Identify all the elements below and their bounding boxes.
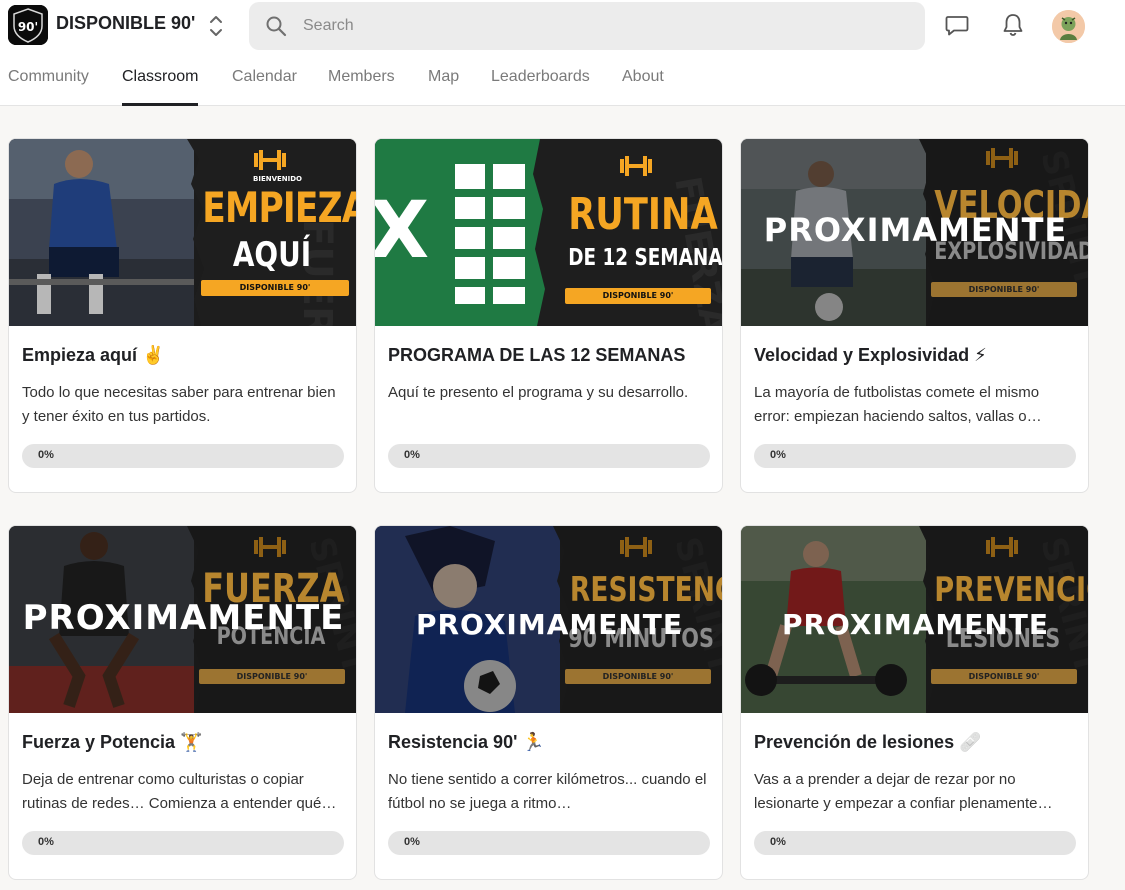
search-input[interactable]	[303, 2, 903, 50]
group-logo[interactable]: 90'	[8, 5, 48, 45]
thumb-title-line1: EMPIEZA	[202, 183, 357, 232]
progress-label: 0%	[38, 836, 54, 848]
top-header: 90' DISPONIBLE 90' Community Classr	[0, 0, 1125, 106]
tab-classroom[interactable]: Classroom	[122, 68, 199, 106]
course-title[interactable]: Resistencia 90' 🏃	[388, 732, 713, 753]
course-card[interactable]: SPRINT FUERZA POTENCIA DISPONIBLE 90' PR…	[8, 525, 357, 880]
thumb-brand-strip: DISPONIBLE 90'	[931, 282, 1077, 297]
course-description: La mayoría de futbolistas comete el mism…	[754, 384, 1042, 425]
avatar-character-icon	[1052, 10, 1085, 43]
search-icon	[266, 16, 287, 37]
course-thumbnail-locked: SPRINT PREVENCIÓN LESIONES DISPONIBLE 90…	[741, 526, 1088, 713]
thumb-brand-strip: DISPONIBLE 90'	[199, 669, 345, 684]
course-card[interactable]: SPRINT VELOCIDAD EXPLOSIVIDAD DISPONIBLE…	[740, 138, 1089, 493]
course-title[interactable]: PROGRAMA DE LAS 12 SEMANAS	[388, 345, 713, 366]
course-description: Deja de entrenar como culturistas o copi…	[22, 771, 337, 812]
course-thumbnail-locked: SPRINT FUERZA POTENCIA DISPONIBLE 90' PR…	[9, 526, 356, 713]
course-description: Vas a a prender a dejar de rezar por no …	[754, 771, 1053, 812]
course-progress-bar: 0%	[754, 444, 1076, 468]
progress-label: 0%	[38, 449, 54, 461]
tab-members[interactable]: Members	[328, 68, 395, 106]
group-switcher-chevrons-icon[interactable]	[204, 12, 228, 40]
course-card[interactable]: SPRINT PREVENCIÓN LESIONES DISPONIBLE 90…	[740, 525, 1089, 880]
thumb-title-line1: RUTINA	[568, 189, 718, 240]
course-title[interactable]: Fuerza y Potencia 🏋️	[22, 732, 347, 753]
course-thumbnail-locked: SPRINT RESISTENCIA 90 MINUTOS DISPONIBLE…	[375, 526, 722, 713]
course-title[interactable]: Empieza aquí ✌️	[22, 345, 347, 366]
course-thumbnail: X FUERZA RUTINA DE 12 SEMANAS DISPONIBLE…	[375, 139, 723, 326]
progress-label: 0%	[770, 836, 786, 848]
thumb-title-line2: DE 12 SEMANAS	[568, 245, 723, 271]
tab-calendar[interactable]: Calendar	[232, 68, 297, 106]
course-card[interactable]: X FUERZA RUTINA DE 12 SEMANAS DISPONIBLE…	[374, 138, 723, 493]
search-bar[interactable]	[249, 2, 925, 50]
thumb-title-line2: AQUÍ	[232, 235, 312, 275]
thumb-title-line1: RESISTENCIA	[569, 570, 722, 610]
course-progress-bar: 0%	[388, 444, 710, 468]
main-tabs: Community Classroom Calendar Members Map…	[0, 56, 1125, 106]
chat-icon[interactable]	[944, 12, 970, 38]
thumb-brand-strip: DISPONIBLE 90'	[565, 288, 711, 304]
course-thumbnail-locked: SPRINT VELOCIDAD EXPLOSIVIDAD DISPONIBLE…	[741, 139, 1088, 326]
tab-community[interactable]: Community	[8, 68, 89, 106]
course-title[interactable]: Prevención de lesiones 🩹	[754, 732, 1079, 753]
progress-label: 0%	[770, 449, 786, 461]
thumb-brand-strip: DISPONIBLE 90'	[931, 669, 1077, 684]
thumb-brand-strip: DISPONIBLE 90'	[201, 280, 349, 296]
thumb-title-line1: PREVENCIÓN	[934, 570, 1088, 610]
tab-about[interactable]: About	[622, 68, 664, 106]
thumb-brand-strip: DISPONIBLE 90'	[565, 669, 711, 684]
coming-soon-overlay: PROXIMAMENTE	[415, 608, 684, 641]
course-thumbnail: FUERZA BIENVENIDO EMPIEZA AQUÍ DISPONIBL…	[9, 139, 357, 326]
course-title[interactable]: Velocidad y Explosividad ⚡	[754, 345, 1079, 366]
course-description: Aquí te presento el programa y su desarr…	[388, 384, 689, 401]
tab-map[interactable]: Map	[428, 68, 459, 106]
progress-label: 0%	[404, 449, 420, 461]
coming-soon-overlay: PROXIMAMENTE	[763, 211, 1068, 249]
course-progress-bar: 0%	[22, 831, 344, 855]
thumb-small-label: BIENVENIDO	[253, 175, 303, 183]
progress-label: 0%	[404, 836, 420, 848]
logo-badge-icon: 90'	[8, 5, 48, 45]
coming-soon-overlay: PROXIMAMENTE	[22, 598, 345, 638]
course-description: No tiene sentido a correr kilómetros... …	[388, 771, 707, 812]
course-progress-bar: 0%	[388, 831, 710, 855]
tab-leaderboards[interactable]: Leaderboards	[491, 68, 590, 106]
course-card[interactable]: SPRINT RESISTENCIA 90 MINUTOS DISPONIBLE…	[374, 525, 723, 880]
group-name[interactable]: DISPONIBLE 90'	[56, 13, 195, 34]
coming-soon-overlay: PROXIMAMENTE	[781, 608, 1050, 641]
course-progress-bar: 0%	[22, 444, 344, 468]
course-progress-bar: 0%	[754, 831, 1076, 855]
bell-icon[interactable]	[1000, 12, 1026, 38]
course-description: Todo lo que necesitas saber para entrena…	[22, 384, 336, 425]
logo-text: 90'	[18, 20, 38, 34]
svg-text:X: X	[375, 186, 429, 276]
course-card[interactable]: FUERZA BIENVENIDO EMPIEZA AQUÍ DISPONIBL…	[8, 138, 357, 493]
user-avatar[interactable]	[1052, 10, 1085, 43]
